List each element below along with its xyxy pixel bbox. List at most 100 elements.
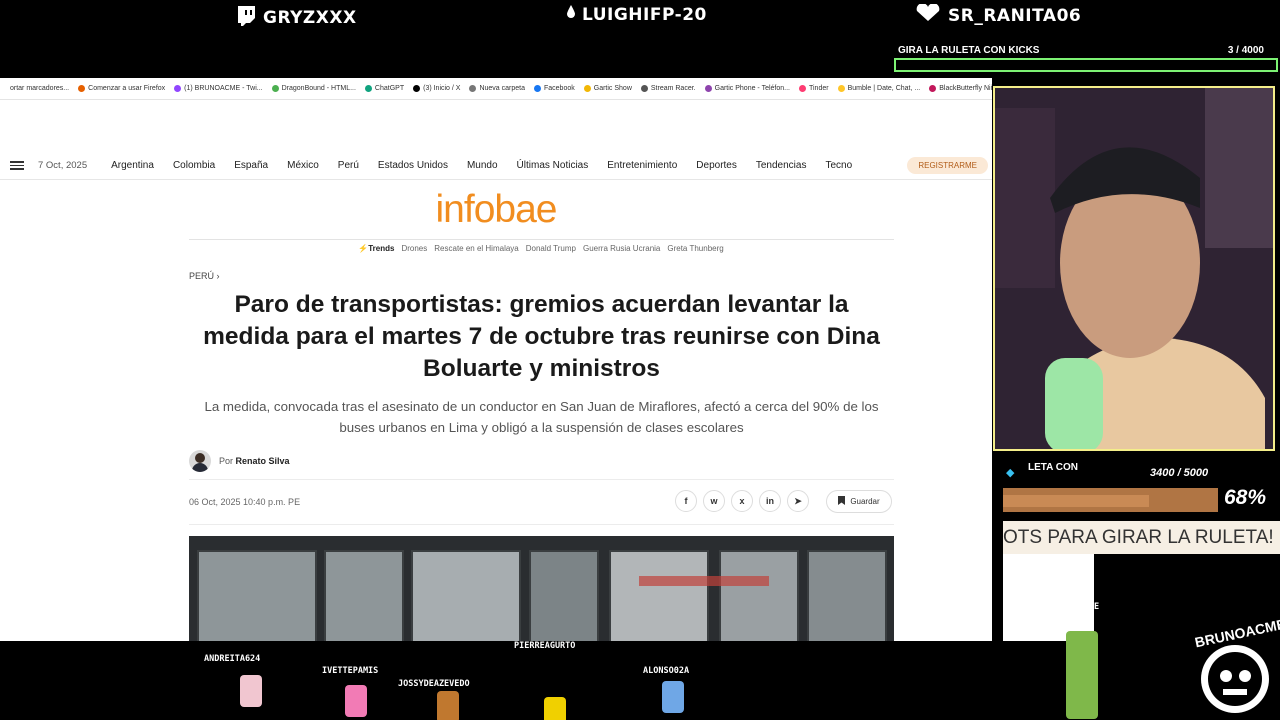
goal-progress-fill [1003, 495, 1149, 507]
bookmark-item[interactable]: Gartic Show [583, 85, 632, 92]
roulette-progress-bar [894, 58, 1278, 72]
streamer-label: BRUNOACME [1053, 602, 1100, 612]
viewer-sprite [437, 691, 459, 720]
nav-item[interactable]: Tendencias [756, 160, 807, 171]
nav-item[interactable]: Entretenimiento [607, 160, 677, 171]
nav-item[interactable]: México [287, 160, 319, 171]
facebook-share-icon[interactable]: f [675, 490, 697, 512]
favicon-icon [469, 85, 477, 92]
linkedin-share-icon[interactable]: in [759, 490, 781, 512]
bookmark-icon [838, 496, 846, 507]
trend-link[interactable]: Greta Thunberg [667, 244, 723, 253]
viewer-name: ANDREITA624 [204, 654, 261, 664]
webcam-feed [993, 86, 1275, 451]
bookmark-item[interactable]: Facebook [534, 85, 575, 92]
trend-link[interactable]: Drones [401, 244, 427, 253]
favicon-icon [174, 85, 182, 92]
nav-item[interactable]: España [234, 160, 268, 171]
bookmark-item[interactable]: BlackButterfly Niñas ... [929, 85, 992, 92]
telegram-share-icon[interactable]: ➤ [787, 490, 809, 512]
nav-item[interactable]: Argentina [111, 160, 154, 171]
nav-item[interactable]: Perú [338, 160, 359, 171]
nav-item[interactable]: Deportes [696, 160, 737, 171]
bookmark-item[interactable]: Gartic Phone - Teléfon... [704, 85, 790, 92]
bookmark-item[interactable]: (3) Inicio / X [413, 85, 460, 92]
bookmark-item[interactable]: Tinder [798, 85, 829, 92]
favicon-icon [929, 85, 937, 92]
favicon-icon [704, 85, 712, 92]
nav-item[interactable]: Estados Unidos [378, 160, 448, 171]
trend-link[interactable]: Guerra Rusia Ucrania [583, 244, 660, 253]
infobae-logo[interactable]: infobae [0, 188, 992, 232]
author-line: Por Renato Silva [189, 450, 290, 472]
author-name[interactable]: Renato Silva [236, 456, 290, 466]
nav-item[interactable]: Mundo [467, 160, 498, 171]
goal-percent: 68% [1224, 486, 1267, 509]
favicon-icon [0, 85, 7, 92]
streamer-sprite [1066, 631, 1098, 719]
viewer-name: JOSSYDEAZEVEDO [398, 679, 470, 689]
trends-label: Trends [368, 244, 395, 253]
divider [189, 524, 894, 525]
viewer-sprite [345, 685, 367, 717]
viewer-name: IVETTEPAMIS [322, 666, 379, 676]
bookmark-item[interactable]: DragonBound - HTML... [271, 85, 356, 92]
goal-label: LETA CON [1028, 462, 1078, 473]
roulette-count: 3 / 4000 [1227, 45, 1264, 56]
favicon-icon [640, 85, 648, 92]
register-button[interactable]: REGISTRARME [907, 157, 988, 174]
article-subtitle: La medida, convocada tras el asesinato d… [204, 399, 879, 435]
top-viewer-3: SR_RANITA06 [914, 3, 1081, 27]
viewer-name: PIERREAGURTO [514, 641, 576, 651]
bookmark-item[interactable]: Nueva carpeta [469, 85, 525, 92]
background-panel [1003, 554, 1094, 641]
favicon-icon [534, 85, 541, 92]
top-viewer-1: GRYZXXX [235, 4, 357, 31]
viewer-name: ALONSO02A [643, 666, 690, 676]
author-avatar [189, 450, 211, 472]
streamer-badge: BRUNOACME [1190, 616, 1280, 720]
top-nav: 7 Oct, 2025 Argentina Colombia España Méxic… [0, 152, 992, 180]
nav-item[interactable]: Colombia [173, 160, 215, 171]
save-button[interactable]: Guardar [826, 490, 892, 513]
infobae-page: 7 Oct, 2025 Argentina Colombia España Méxic… [0, 100, 992, 641]
favicon-icon [413, 85, 421, 92]
whatsapp-share-icon[interactable]: w [703, 490, 725, 512]
stream-top-overlay: GRYZXXX LUIGHIFP-20 SR_RANITA06 GIRA LA … [0, 0, 1280, 78]
goal-count: 3400 / 5000 [1150, 467, 1209, 479]
bookmark-item[interactable]: Comenzar a usar Firefox [78, 85, 165, 92]
bookmark-item[interactable]: ortar marcadores... [0, 85, 69, 92]
bookmark-item[interactable]: Bumble | Date, Chat, ... [837, 85, 920, 92]
trend-link[interactable]: Donald Trump [526, 244, 576, 253]
drop-icon [566, 4, 576, 25]
favicon-icon [583, 85, 591, 92]
section-breadcrumb[interactable]: PERÚ › [189, 271, 220, 281]
menu-icon[interactable] [10, 161, 24, 170]
bookmark-item[interactable]: ChatGPT [364, 85, 404, 92]
viewer-sprite [662, 681, 684, 713]
trends-bar: ⚡Trends Drones Rescate en el Himalaya Do… [0, 244, 992, 253]
divider [189, 239, 894, 240]
article-photo [189, 536, 894, 641]
roulette-ticker: OTS PARA GIRAR LA RULETA! 🐶 [1003, 521, 1280, 554]
twitch-icon [235, 4, 257, 31]
bookmark-item[interactable]: Stream Racer. [640, 85, 696, 92]
nav-item[interactable]: Últimas Noticias [517, 160, 589, 171]
nav-item[interactable]: Tecno [825, 160, 852, 171]
divider [189, 479, 894, 480]
x-share-icon[interactable]: x [731, 490, 753, 512]
favicon-icon [798, 85, 806, 92]
viewer-sprite [240, 675, 262, 707]
nav-items: Argentina Colombia España México Perú Estados… [111, 160, 852, 171]
favicon-icon [78, 85, 86, 92]
bookmark-item[interactable]: (1) BRUNOACME - Twi... [174, 85, 263, 92]
publish-date: 06 Oct, 2025 10:40 p.m. PE [189, 497, 301, 507]
chat-characters-bar: ANDREITA624 IVETTEPAMIS JOSSYDEAZEVEDO P… [0, 631, 1280, 720]
share-buttons: f w x in ➤ [675, 490, 809, 512]
trend-link[interactable]: Rescate en el Himalaya [434, 244, 518, 253]
heart-icon [914, 3, 942, 27]
bolt-icon: ⚡ [358, 244, 369, 253]
favicon-icon [271, 85, 279, 92]
article-headline: Paro de transportistas: gremios acuerdan… [203, 291, 880, 382]
streamer-figure [995, 88, 1273, 449]
